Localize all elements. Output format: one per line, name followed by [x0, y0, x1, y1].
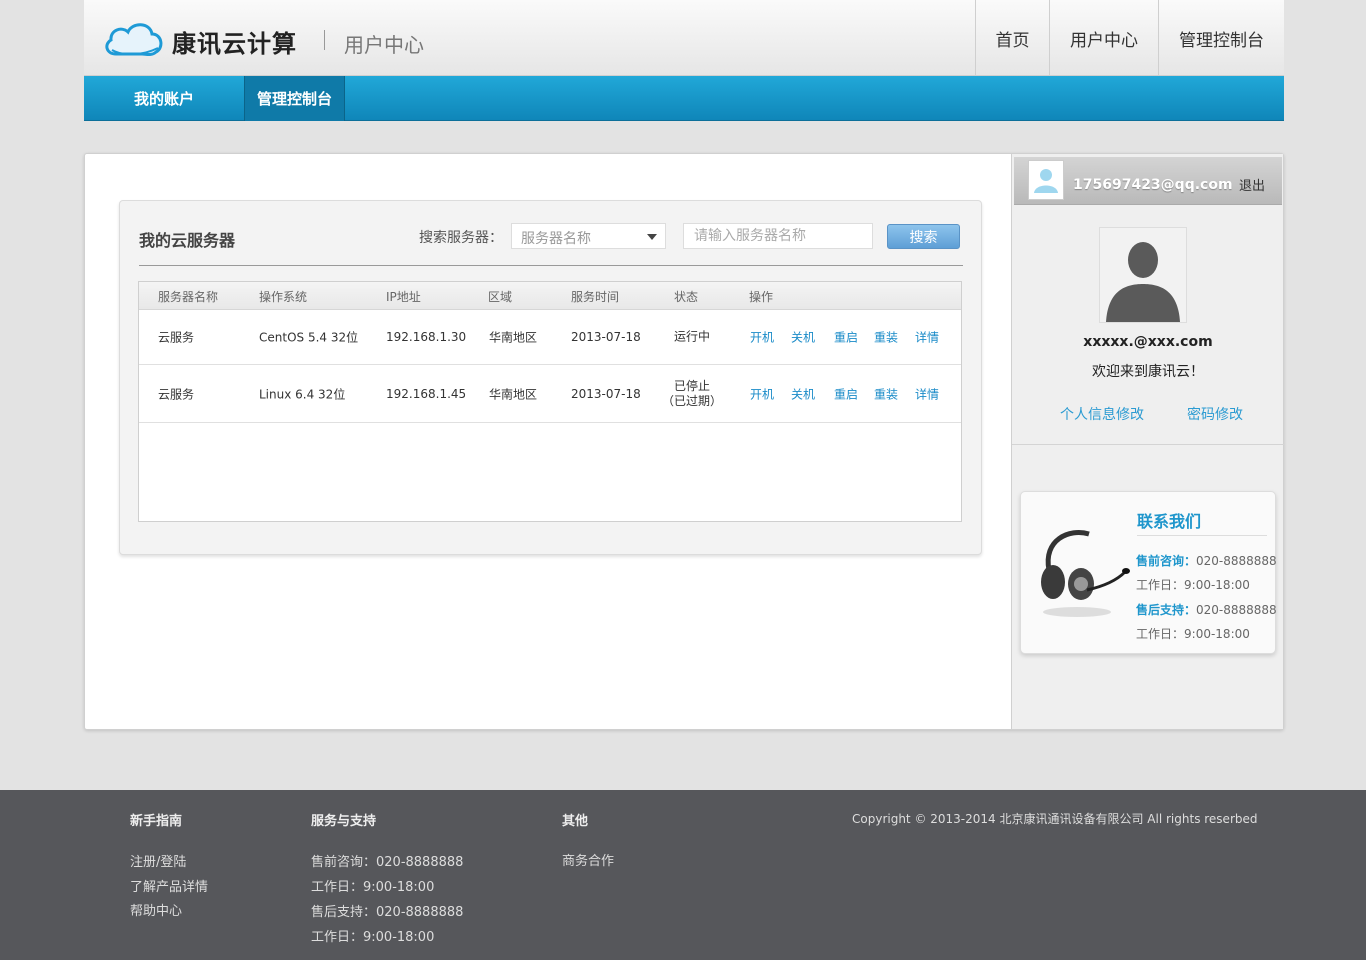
sub-nav-bar: 我的账户 管理控制台: [84, 76, 1284, 121]
user-bar: 175697423@qq.com 退出: [1014, 157, 1282, 205]
subnav-console[interactable]: 管理控制台: [244, 76, 345, 121]
nav-user-center[interactable]: 用户中心: [1049, 0, 1158, 76]
col-status: 状态: [674, 290, 699, 304]
footer-hours: 工作日：9:00-18:00: [311, 930, 435, 945]
action-start[interactable]: 开机: [750, 385, 774, 402]
nav-console[interactable]: 管理控制台: [1158, 0, 1284, 76]
presale-row: 售前咨询：020-8888888: [1136, 552, 1277, 569]
search-button[interactable]: 搜索: [887, 224, 960, 249]
footer-link-business[interactable]: 商务合作: [562, 850, 614, 869]
col-os: 操作系统: [259, 290, 308, 304]
hours-label: 工作日：: [1136, 627, 1185, 641]
action-details[interactable]: 详情: [915, 385, 939, 402]
server-ip: 192.168.1.30: [386, 330, 467, 344]
welcome-message: 欢迎来到康讯云！: [1092, 364, 1204, 380]
status-text: 运行中: [673, 329, 710, 344]
action-reinstall[interactable]: 重装: [874, 329, 898, 346]
server-date: 2013-07-18: [571, 330, 641, 344]
footer-aftersale: 售后支持：020-8888888: [311, 905, 464, 920]
footer-link-products[interactable]: 了解产品详情: [130, 876, 208, 895]
server-ip: 192.168.1.45: [386, 386, 467, 401]
action-start[interactable]: 开机: [750, 329, 774, 346]
sidebar-divider: [1012, 444, 1284, 445]
table-row: 云服务 Linux 6.4 32位 192.168.1.45 华南地区 2013…: [139, 365, 961, 423]
server-status: 已停止 （已过期）: [657, 379, 727, 409]
table-header: 服务器名称 操作系统 IP地址 区域 服务时间 状态 操作: [139, 282, 961, 310]
footer-link-register[interactable]: 注册/登陆: [130, 851, 186, 870]
panel-divider: [139, 265, 963, 266]
server-name: 云服务: [158, 330, 195, 345]
contact-card: 联系我们 售前咨询：020-8888888 工作日：9:00-18:00 售后支…: [1020, 491, 1277, 654]
col-actions: 操作: [749, 290, 774, 304]
hours-value: 9:00-18:00: [1184, 578, 1250, 592]
aftersale-label: 售后支持：: [1136, 603, 1197, 617]
action-restart[interactable]: 重启: [834, 385, 858, 402]
nav-home[interactable]: 首页: [975, 0, 1049, 76]
logo-divider: [324, 30, 325, 50]
server-os: Linux 6.4 32位: [259, 387, 346, 401]
hours-value: 9:00-18:00: [1184, 627, 1250, 641]
brand-name[interactable]: 康讯云计算: [172, 24, 297, 59]
col-region: 区域: [488, 290, 513, 304]
avatar: [1099, 227, 1187, 323]
aftersale-row: 售后支持：020-8888888: [1136, 601, 1277, 618]
edit-profile-link[interactable]: 个人信息修改: [1060, 404, 1144, 424]
main-container: 我的云服务器 搜索服务器： 服务器名称 搜索 服务器名称 操作系统 IP地址 区…: [84, 153, 1284, 730]
col-ip: IP地址: [386, 290, 421, 304]
action-stop[interactable]: 关机: [791, 385, 815, 402]
server-name: 云服务: [158, 387, 195, 401]
top-nav: 首页 用户中心 管理控制台: [975, 0, 1284, 76]
server-panel: 我的云服务器 搜索服务器： 服务器名称 搜索 服务器名称 操作系统 IP地址 区…: [119, 200, 982, 555]
server-table: 服务器名称 操作系统 IP地址 区域 服务时间 状态 操作 云服务 CentOS…: [138, 281, 962, 522]
server-status: 运行中: [659, 330, 725, 345]
status-text: 已停止: [673, 378, 710, 393]
presale-phone: 020-8888888: [1196, 554, 1277, 568]
action-restart[interactable]: 重启: [834, 329, 858, 346]
footer-link-help[interactable]: 帮助中心: [130, 900, 182, 919]
chevron-down-icon: [647, 234, 657, 240]
col-time: 服务时间: [571, 290, 620, 304]
search-select-value: 服务器名称: [521, 231, 591, 247]
action-details[interactable]: 详情: [915, 329, 939, 346]
user-email: 175697423@qq.com: [1073, 177, 1233, 193]
table-row: 云服务 CentOS 5.4 32位 192.168.1.30 华南地区 201…: [139, 310, 961, 365]
user-avatar-icon: [1028, 160, 1064, 200]
search-label: 搜索服务器：: [419, 230, 503, 246]
footer-presale: 售前咨询：020-8888888: [311, 855, 464, 870]
header-subtitle: 用户中心: [344, 33, 424, 57]
copyright: Copyright © 2013-2014 北京康讯通讯设备有限公司 All r…: [852, 812, 1258, 826]
contact-title: 联系我们: [1137, 512, 1202, 531]
account-email: xxxxx.@xxx.com: [1083, 334, 1213, 350]
footer-hours: 工作日：9:00-18:00: [311, 880, 435, 895]
user-sidebar: 175697423@qq.com 退出 xxxxx.@xxx.com 欢迎来到康…: [1011, 154, 1284, 729]
footer-heading-other: 其他: [562, 814, 589, 829]
server-name-input[interactable]: [683, 223, 873, 249]
presale-label: 售前咨询：: [1136, 554, 1197, 568]
action-reinstall[interactable]: 重装: [874, 385, 898, 402]
subnav-my-account[interactable]: 我的账户: [114, 76, 214, 121]
footer-heading-guide: 新手指南: [130, 814, 183, 829]
server-date: 2013-07-18: [571, 386, 641, 401]
site-footer: 新手指南 注册/登陆 了解产品详情 帮助中心 服务与支持 售前咨询：020-88…: [0, 790, 1366, 960]
logout-link[interactable]: 退出: [1239, 175, 1265, 194]
server-region: 华南地区: [489, 387, 538, 401]
headset-icon: [1041, 530, 1130, 617]
search-field-select[interactable]: 服务器名称: [511, 223, 666, 249]
col-name: 服务器名称: [158, 290, 219, 304]
status-note: （已过期）: [661, 393, 722, 408]
hours-label: 工作日：: [1136, 578, 1185, 592]
footer-heading-support: 服务与支持: [311, 814, 377, 829]
aftersale-phone: 020-8888888: [1196, 603, 1277, 617]
server-os: CentOS 5.4 32位: [259, 330, 359, 345]
change-password-link[interactable]: 密码修改: [1187, 404, 1243, 424]
hours-row: 工作日：9:00-18:00: [1136, 576, 1250, 593]
action-stop[interactable]: 关机: [791, 329, 815, 346]
site-header: 康讯云计算 用户中心 首页 用户中心 管理控制台: [84, 0, 1284, 76]
hours-row: 工作日：9:00-18:00: [1136, 625, 1250, 642]
panel-title: 我的云服务器: [139, 231, 236, 250]
contact-divider: [1137, 535, 1267, 536]
server-region: 华南地区: [489, 330, 538, 345]
cloud-logo-icon: [105, 23, 163, 56]
